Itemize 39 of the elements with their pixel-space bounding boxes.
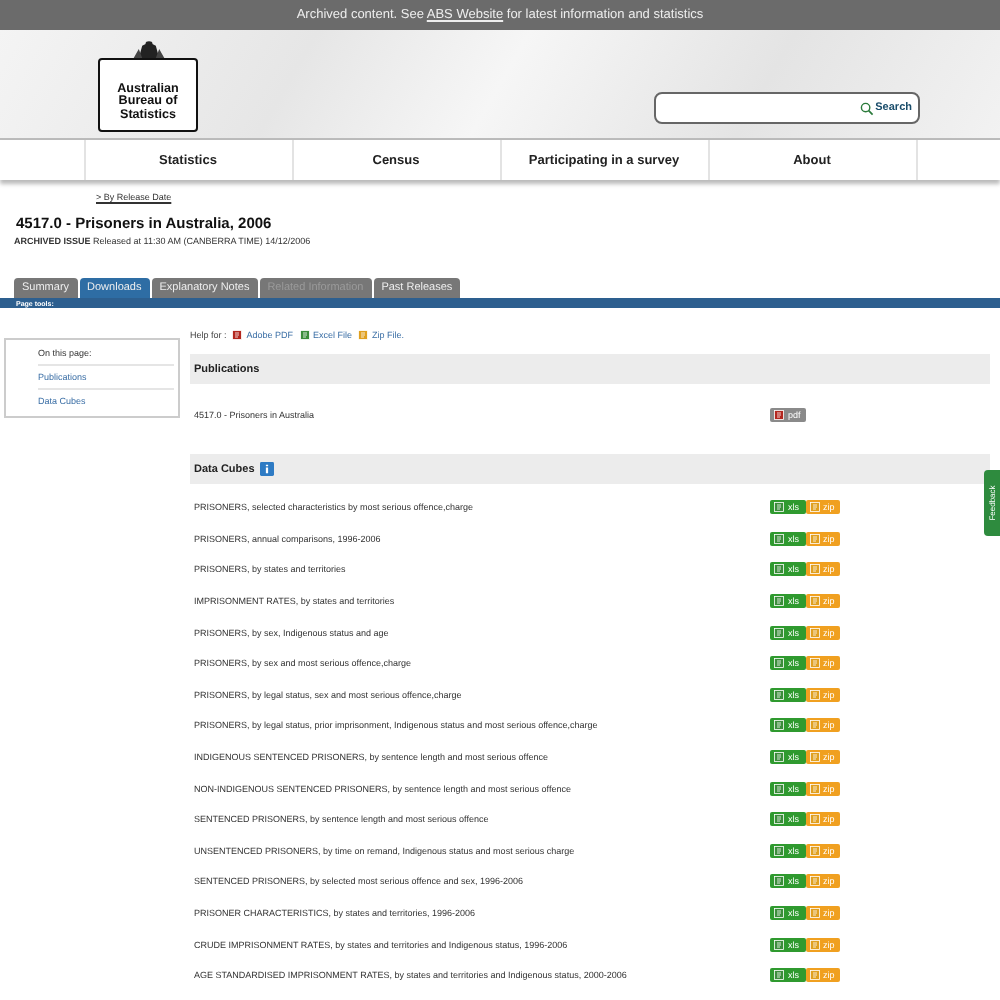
spreadsheet-icon: [774, 970, 784, 981]
archive-icon: [809, 970, 819, 981]
archive-icon: [809, 502, 819, 513]
spreadsheet-icon: [774, 627, 784, 638]
spreadsheet-icon: [774, 533, 784, 544]
archive-icon: [809, 845, 819, 856]
archive-icon: [809, 689, 819, 700]
archive-icon: [809, 752, 819, 763]
archive-icon: [809, 939, 819, 950]
archive-icon: [809, 720, 819, 731]
spreadsheet-icon: [774, 658, 784, 669]
archive-icon: [809, 564, 819, 575]
spreadsheet-icon: [774, 939, 784, 950]
spreadsheet-icon: [774, 689, 784, 700]
spreadsheet-icon: [774, 596, 784, 607]
archive-icon: [809, 783, 819, 794]
archive-icon: [809, 876, 819, 887]
archive-icon: [809, 814, 819, 825]
spreadsheet-icon: [774, 564, 784, 575]
archive-icon: [358, 330, 369, 340]
spreadsheet-icon: [774, 783, 784, 794]
spreadsheet-icon: [774, 752, 784, 763]
spreadsheet-icon: [299, 330, 310, 340]
archive-icon: [809, 908, 819, 919]
archive-icon: [809, 658, 819, 669]
archive-icon: [809, 596, 819, 607]
archive-icon: [809, 533, 819, 544]
spreadsheet-icon: [774, 908, 784, 919]
pdf-icon: [774, 409, 784, 419]
info-icon: [260, 462, 275, 476]
pdf-icon: [232, 330, 243, 340]
archive-icon: [809, 627, 819, 638]
spreadsheet-icon: [774, 845, 784, 856]
spreadsheet-icon: [774, 720, 784, 731]
crest-icon: [132, 41, 164, 58]
spreadsheet-icon: [774, 814, 784, 825]
spreadsheet-icon: [774, 502, 784, 513]
spreadsheet-icon: [774, 876, 784, 887]
search-icon: [859, 101, 874, 115]
